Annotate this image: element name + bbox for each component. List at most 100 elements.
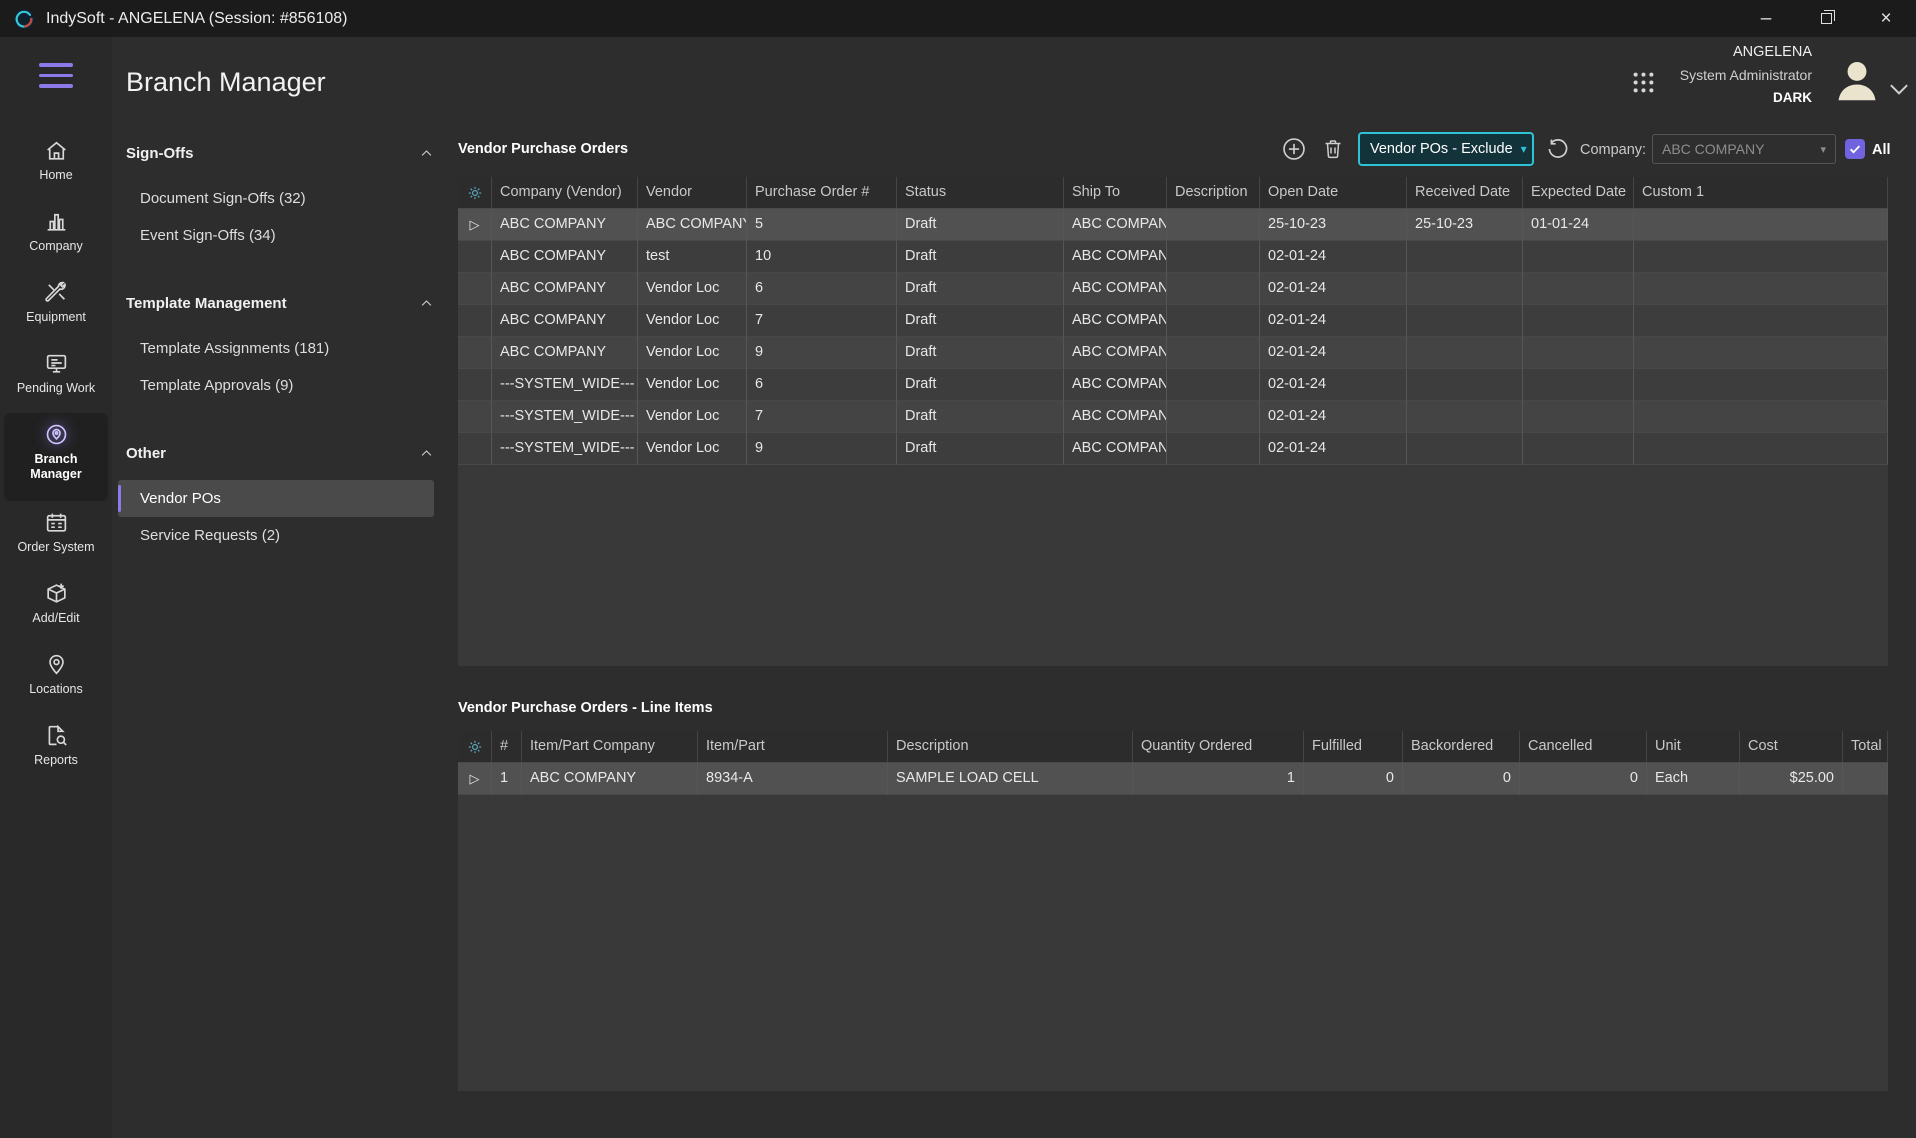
nav-item-template-approvals[interactable]: Template Approvals (9) — [118, 367, 434, 404]
column-header[interactable]: Fulfilled — [1304, 731, 1403, 762]
column-header[interactable]: Item/Part — [698, 731, 888, 762]
sidebar-item-order-system[interactable]: Order System — [4, 501, 108, 572]
column-header[interactable]: Total — [1843, 731, 1888, 762]
cell: 9 — [747, 337, 897, 369]
row-expander[interactable] — [458, 337, 492, 369]
restore-button[interactable] — [1796, 0, 1856, 37]
close-button[interactable]: × — [1856, 0, 1916, 37]
table-row[interactable]: ABC COMPANYVendor Loc6DraftABC COMPANY02… — [458, 273, 1888, 305]
company-dropdown[interactable]: ABC COMPANY ▾ — [1652, 134, 1836, 164]
column-header[interactable]: Description — [888, 731, 1133, 762]
user-info: ANGELENA System Administrator DARK — [1680, 44, 1812, 105]
column-chooser-icon[interactable] — [458, 731, 492, 762]
sidebar-item-label: Pending Work — [17, 381, 95, 396]
row-expander[interactable]: ▷ — [458, 209, 492, 241]
nav-section-template-management: Template Management Template Assignments… — [112, 288, 458, 404]
row-expander[interactable] — [458, 305, 492, 337]
chevron-up-icon — [419, 146, 434, 161]
grid-header-row: Company (Vendor)VendorPurchase Order #St… — [458, 177, 1888, 209]
close-icon: × — [1880, 8, 1891, 30]
refresh-button[interactable] — [1546, 137, 1570, 161]
vendor-po-table: Company (Vendor)VendorPurchase Order #St… — [458, 177, 1888, 666]
column-header[interactable]: Quantity Ordered — [1133, 731, 1304, 762]
column-header[interactable]: Custom 1 — [1634, 177, 1888, 208]
delete-button[interactable] — [1321, 137, 1345, 161]
add-button[interactable] — [1281, 136, 1307, 162]
nav-section-sign-offs: Sign-Offs Document Sign-Offs (32) Event … — [112, 138, 458, 254]
cell: 01-01-24 — [1523, 209, 1634, 241]
sidebar-item-equipment[interactable]: Equipment — [4, 271, 108, 342]
nav-item-template-assignments[interactable]: Template Assignments (181) — [118, 330, 434, 367]
sidebar-item-reports[interactable]: Reports — [4, 714, 108, 785]
cell: ABC COMPANY — [492, 209, 638, 241]
cell — [1634, 305, 1888, 337]
cell — [1523, 305, 1634, 337]
cell: 7 — [747, 305, 897, 337]
row-expander[interactable] — [458, 241, 492, 273]
nav-item-vendor-pos[interactable]: Vendor POs — [118, 480, 434, 517]
row-expander[interactable] — [458, 369, 492, 401]
cell: 02-01-24 — [1260, 401, 1407, 433]
column-header[interactable]: Unit — [1647, 731, 1740, 762]
cell: Draft — [897, 305, 1064, 337]
column-header[interactable]: Vendor — [638, 177, 747, 208]
window-controls: – × — [1736, 0, 1916, 37]
user-menu-chevron-icon[interactable] — [1886, 76, 1912, 102]
sidebar-item-home[interactable]: Home — [4, 129, 108, 200]
table-row[interactable]: ▷ABC COMPANYABC COMPANY5DraftABC COMPANY… — [458, 209, 1888, 241]
all-checkbox[interactable] — [1845, 139, 1865, 159]
column-header[interactable]: Item/Part Company — [522, 731, 698, 762]
table-row[interactable]: ABC COMPANYtest10DraftABC COMPANY02-01-2… — [458, 241, 1888, 273]
column-header[interactable]: Cancelled — [1520, 731, 1647, 762]
column-header[interactable]: Cost — [1740, 731, 1843, 762]
po-filter-dropdown[interactable]: Vendor POs - Exclude ▾ — [1358, 132, 1534, 166]
table-row[interactable]: ▷1ABC COMPANY8934-ASAMPLE LOAD CELL1000E… — [458, 763, 1888, 795]
row-expander[interactable] — [458, 433, 492, 465]
sidebar-item-company[interactable]: Company — [4, 200, 108, 271]
nav-section-header[interactable]: Template Management — [126, 288, 434, 318]
column-header[interactable]: Purchase Order # — [747, 177, 897, 208]
column-header[interactable]: Company (Vendor) — [492, 177, 638, 208]
restore-icon — [1821, 13, 1832, 24]
cell — [1523, 273, 1634, 305]
column-header[interactable]: Ship To — [1064, 177, 1167, 208]
cell — [1634, 433, 1888, 465]
column-header[interactable]: Backordered — [1403, 731, 1520, 762]
row-expander[interactable] — [458, 273, 492, 305]
chevron-down-icon: ▾ — [1820, 143, 1826, 156]
indysoft-logo-icon — [13, 8, 35, 30]
column-header[interactable]: Received Date — [1407, 177, 1523, 208]
nav-section-header[interactable]: Sign-Offs — [126, 138, 434, 168]
column-header[interactable]: Status — [897, 177, 1064, 208]
avatar[interactable] — [1830, 53, 1884, 107]
order-system-icon — [44, 510, 69, 535]
sidebar-item-label: Company — [29, 239, 83, 254]
cell: 0 — [1304, 763, 1403, 795]
row-expander[interactable] — [458, 401, 492, 433]
nav-item-service-requests[interactable]: Service Requests (2) — [118, 517, 434, 554]
column-header[interactable]: Open Date — [1260, 177, 1407, 208]
table-row[interactable]: ---SYSTEM_WIDE---Vendor Loc6DraftABC COM… — [458, 369, 1888, 401]
cell: ABC COMPANY — [1064, 337, 1167, 369]
column-header[interactable]: Description — [1167, 177, 1260, 208]
table-row[interactable]: ABC COMPANYVendor Loc7DraftABC COMPANY02… — [458, 305, 1888, 337]
column-header[interactable]: Expected Date — [1523, 177, 1634, 208]
apps-grid-button[interactable] — [1630, 69, 1657, 96]
nav-section-header[interactable]: Other — [126, 438, 434, 468]
sidebar-item-branch-manager[interactable]: Branch Manager — [4, 413, 108, 501]
column-header[interactable]: # — [492, 731, 522, 762]
nav-item-document-sign-offs[interactable]: Document Sign-Offs (32) — [118, 180, 434, 217]
sidebar-item-pending-work[interactable]: Pending Work — [4, 342, 108, 413]
hamburger-menu-button[interactable] — [39, 63, 73, 88]
nav-item-event-sign-offs[interactable]: Event Sign-Offs (34) — [118, 217, 434, 254]
column-chooser-icon[interactable] — [458, 177, 492, 208]
row-expander[interactable]: ▷ — [458, 763, 492, 795]
cell — [1523, 369, 1634, 401]
table-row[interactable]: ---SYSTEM_WIDE---Vendor Loc7DraftABC COM… — [458, 401, 1888, 433]
table-row[interactable]: ---SYSTEM_WIDE---Vendor Loc9DraftABC COM… — [458, 433, 1888, 465]
cell: 10 — [747, 241, 897, 273]
minimize-button[interactable]: – — [1736, 0, 1796, 37]
sidebar-item-add-edit[interactable]: Add/Edit — [4, 572, 108, 643]
sidebar-item-locations[interactable]: Locations — [4, 643, 108, 714]
table-row[interactable]: ABC COMPANYVendor Loc9DraftABC COMPANY02… — [458, 337, 1888, 369]
